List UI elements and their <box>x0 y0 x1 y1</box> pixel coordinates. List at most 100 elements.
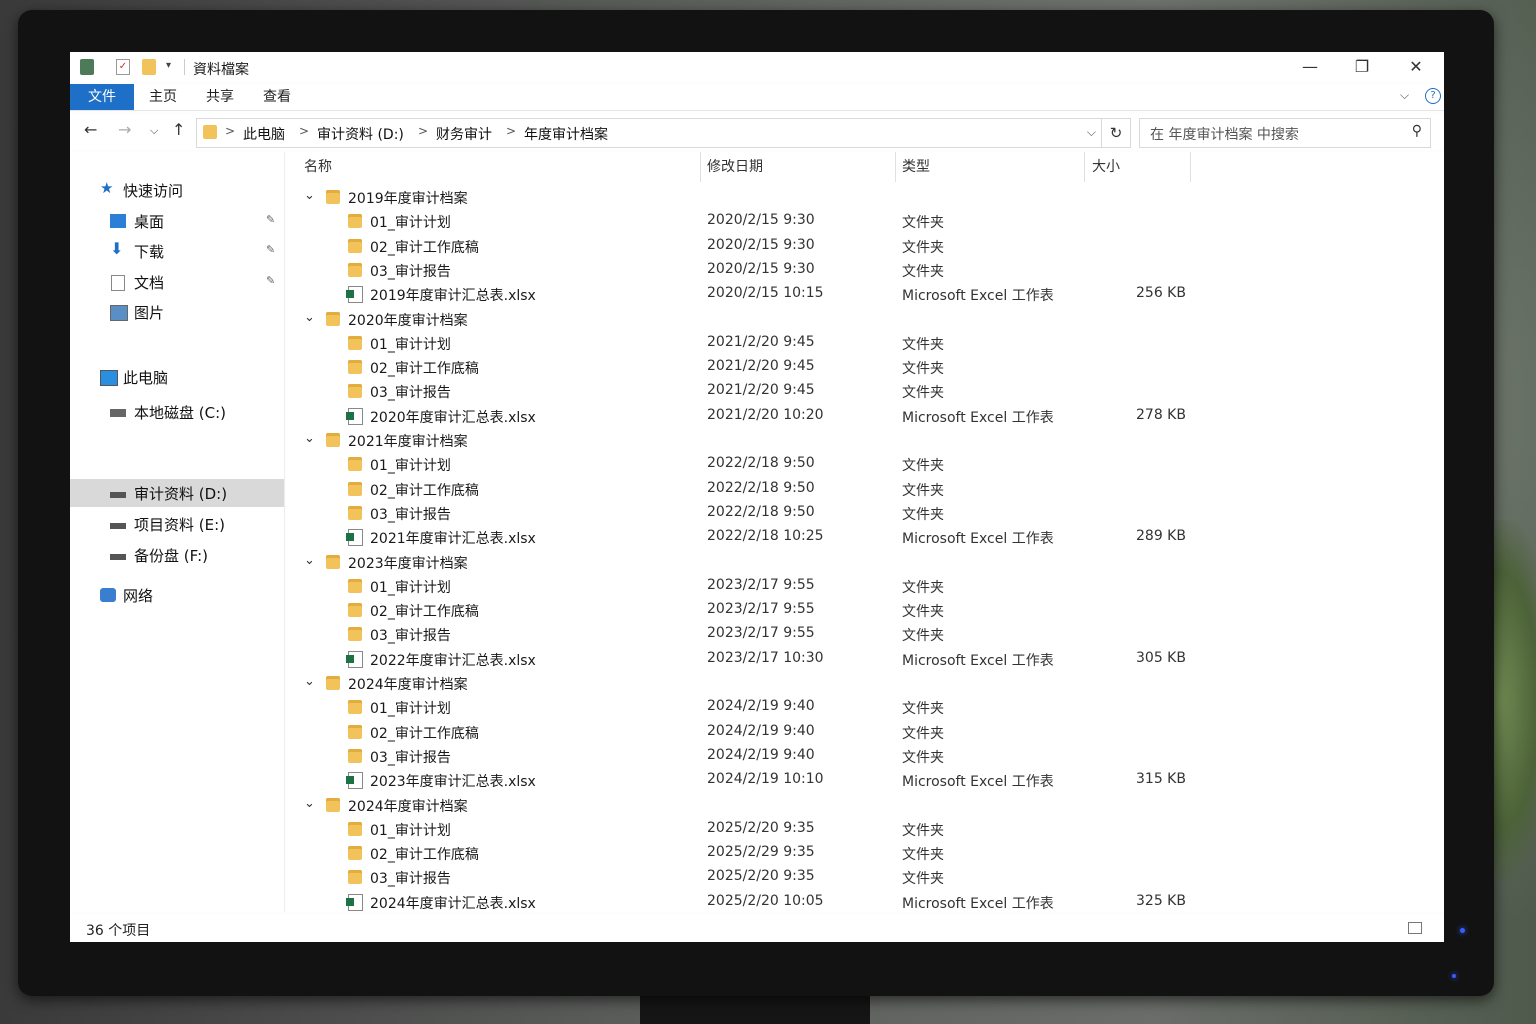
pin-icon[interactable]: ✎ <box>266 274 275 287</box>
modified-date: 2023/2/17 9:55 <box>707 601 815 617</box>
help-icon[interactable]: ? <box>1425 88 1441 104</box>
new-folder-icon[interactable] <box>142 59 156 75</box>
ribbon-expand-icon[interactable]: ⌵ <box>1400 88 1409 103</box>
back-button[interactable]: ← <box>84 120 97 139</box>
table-row[interactable]: 02_审计工作底稿 2022/2/18 9:50 文件夹 <box>286 478 1444 500</box>
refresh-button[interactable]: ↻ <box>1101 118 1131 148</box>
minimize-button[interactable]: — <box>1290 54 1330 80</box>
status-bar: 36 个项目 <box>70 914 1444 942</box>
table-row[interactable]: 01_审计计划 2024/2/19 9:40 文件夹 <box>286 696 1444 718</box>
sidebar-item-downloads[interactable]: ⬇ 下载 ✎ <box>70 237 284 265</box>
sidebar-item-drive-c[interactable]: 本地磁盘 (C:) <box>70 398 284 426</box>
group-header[interactable]: ⌄ 2023年度审计档案 <box>286 551 1444 573</box>
group-header[interactable]: ⌄ 2020年度审计档案 <box>286 308 1444 330</box>
sidebar-item-network[interactable]: 网络 <box>70 581 284 609</box>
collapse-chevron-icon[interactable]: ⌄ <box>304 188 315 203</box>
tab-share[interactable]: 共享 <box>206 84 234 110</box>
details-view-icon[interactable] <box>1408 922 1422 934</box>
close-button[interactable]: ✕ <box>1396 54 1436 80</box>
breadcrumb-this-pc[interactable]: 此电脑 <box>243 124 285 144</box>
file-name: 03_审计报告 <box>370 871 451 887</box>
collapse-chevron-icon[interactable]: ⌄ <box>304 796 315 811</box>
table-row[interactable]: 01_审计计划 2020/2/15 9:30 文件夹 <box>286 210 1444 232</box>
column-divider[interactable] <box>1190 152 1191 182</box>
pin-icon[interactable]: ✎ <box>266 213 275 226</box>
collapse-chevron-icon[interactable]: ⌄ <box>304 431 315 446</box>
picture-icon <box>110 305 128 321</box>
column-divider[interactable] <box>1084 152 1085 182</box>
quick-access-dropdown-icon[interactable]: ▾ <box>166 60 171 71</box>
maximize-button[interactable]: ❐ <box>1342 54 1382 80</box>
collapse-chevron-icon[interactable]: ⌄ <box>304 553 315 568</box>
table-row[interactable]: 01_审计计划 2022/2/18 9:50 文件夹 <box>286 453 1444 475</box>
group-header[interactable]: ⌄ 2019年度审计档案 <box>286 186 1444 208</box>
sidebar-item-drive-e[interactable]: 项目资料 (E:) <box>70 510 284 538</box>
title-bar: ✓ ▾ 資料檔案 — ❐ ✕ <box>70 52 1444 82</box>
address-bar[interactable]: > 此电脑 > 审计资料 (D:) > 财务审计 > 年度审计档案 ⌵ <box>196 118 1103 148</box>
app-icon[interactable] <box>80 59 94 75</box>
column-divider[interactable] <box>895 152 896 182</box>
sidebar-item-desktop[interactable]: 桌面 ✎ <box>70 207 284 235</box>
group-name: 2024年度审计档案 <box>348 677 468 693</box>
group-header[interactable]: ⌄ 2024年度审计档案 <box>286 672 1444 694</box>
properties-icon[interactable]: ✓ <box>116 59 130 75</box>
sidebar-item-label: 此电脑 <box>123 369 169 387</box>
modified-date: 2020/2/15 9:30 <box>707 237 815 253</box>
sidebar-item-this-pc[interactable]: 此电脑 <box>70 363 284 391</box>
file-list: 名称 修改日期 类型 大小 ⌄ 2019年度审计档案 01_审计计划 2020/2/1… <box>286 152 1444 912</box>
column-header-date[interactable]: 修改日期 <box>707 152 763 182</box>
breadcrumb-annual-archive[interactable]: 年度审计档案 <box>524 124 608 144</box>
search-icon[interactable]: ⚲ <box>1412 123 1422 139</box>
table-row[interactable]: 02_审计工作底稿 2025/2/29 9:35 文件夹 <box>286 842 1444 864</box>
search-input[interactable]: 在 年度审计档案 中搜索 <box>1150 124 1299 144</box>
table-row[interactable]: 01_审计计划 2023/2/17 9:55 文件夹 <box>286 575 1444 597</box>
file-name: 03_审计报告 <box>370 385 451 401</box>
breadcrumb-finance-audit[interactable]: 财务审计 <box>436 124 492 144</box>
tab-view[interactable]: 查看 <box>263 84 291 110</box>
sidebar-item-drive-f[interactable]: 备份盘 (F:) <box>70 541 284 569</box>
search-box[interactable]: 在 年度审计档案 中搜索 ⚲ <box>1139 118 1431 148</box>
table-row[interactable]: 03_审计报告 2021/2/20 9:45 文件夹 <box>286 380 1444 402</box>
sidebar-item-drive-d[interactable]: 审计资料 (D:) <box>70 479 284 507</box>
table-row[interactable]: 2019年度审计汇总表.xlsx 2020/2/15 10:15 Microsoft… <box>286 283 1444 305</box>
group-header[interactable]: ⌄ 2021年度审计档案 <box>286 429 1444 451</box>
table-row[interactable]: 01_审计计划 2021/2/20 9:45 文件夹 <box>286 332 1444 354</box>
tab-home[interactable]: 主页 <box>149 84 177 110</box>
pin-icon[interactable]: ✎ <box>266 243 275 256</box>
collapse-chevron-icon[interactable]: ⌄ <box>304 310 315 325</box>
table-row[interactable]: 03_审计报告 2022/2/18 9:50 文件夹 <box>286 502 1444 524</box>
table-row[interactable]: 2023年度审计汇总表.xlsx 2024/2/19 10:10 Microsoft… <box>286 769 1444 791</box>
address-dropdown-icon[interactable]: ⌵ <box>1087 125 1096 140</box>
column-header-type[interactable]: 类型 <box>902 152 930 182</box>
file-name: 01_审计计划 <box>370 823 451 839</box>
column-divider[interactable] <box>700 152 701 182</box>
recent-locations-icon[interactable]: ⌵ <box>150 124 158 138</box>
table-row[interactable]: 02_审计工作底稿 2021/2/20 9:45 文件夹 <box>286 356 1444 378</box>
breadcrumb-drive-d[interactable]: 审计资料 (D:) <box>317 124 404 144</box>
table-row[interactable]: 2020年度审计汇总表.xlsx 2021/2/20 10:20 Microsoft… <box>286 405 1444 427</box>
sidebar-item-quick-access[interactable]: ★ 快速访问 <box>70 176 284 204</box>
forward-button[interactable]: → <box>118 120 131 139</box>
table-row[interactable]: 03_审计报告 2023/2/17 9:55 文件夹 <box>286 623 1444 645</box>
up-button[interactable]: ↑ <box>172 120 185 139</box>
table-row[interactable]: 03_审计报告 2024/2/19 9:40 文件夹 <box>286 745 1444 767</box>
table-row[interactable]: 03_审计报告 2025/2/20 9:35 文件夹 <box>286 866 1444 888</box>
table-row[interactable]: 01_审计计划 2025/2/20 9:35 文件夹 <box>286 818 1444 840</box>
table-row[interactable]: 2022年度审计汇总表.xlsx 2023/2/17 10:30 Microsoft… <box>286 648 1444 670</box>
tab-file[interactable]: 文件 <box>70 84 134 110</box>
table-row[interactable]: 02_审计工作底稿 2020/2/15 9:30 文件夹 <box>286 235 1444 257</box>
column-header-name[interactable]: 名称 <box>304 152 332 182</box>
modified-date: 2023/2/17 9:55 <box>707 577 815 593</box>
table-row[interactable]: 02_审计工作底稿 2023/2/17 9:55 文件夹 <box>286 599 1444 621</box>
excel-file-icon <box>346 286 363 303</box>
sidebar-item-documents[interactable]: 文档 ✎ <box>70 268 284 296</box>
column-header-size[interactable]: 大小 <box>1092 152 1120 182</box>
table-row[interactable]: 2021年度审计汇总表.xlsx 2022/2/18 10:25 Microsoft… <box>286 526 1444 548</box>
table-row[interactable]: 03_审计报告 2020/2/15 9:30 文件夹 <box>286 259 1444 281</box>
group-header[interactable]: ⌄ 2024年度审计档案 <box>286 794 1444 816</box>
table-row[interactable]: 2024年度审计汇总表.xlsx 2025/2/20 10:05 Microsoft… <box>286 891 1444 913</box>
folder-icon <box>348 482 362 496</box>
table-row[interactable]: 02_审计工作底稿 2024/2/19 9:40 文件夹 <box>286 721 1444 743</box>
collapse-chevron-icon[interactable]: ⌄ <box>304 674 315 689</box>
sidebar-item-pictures[interactable]: 图片 <box>70 298 284 326</box>
